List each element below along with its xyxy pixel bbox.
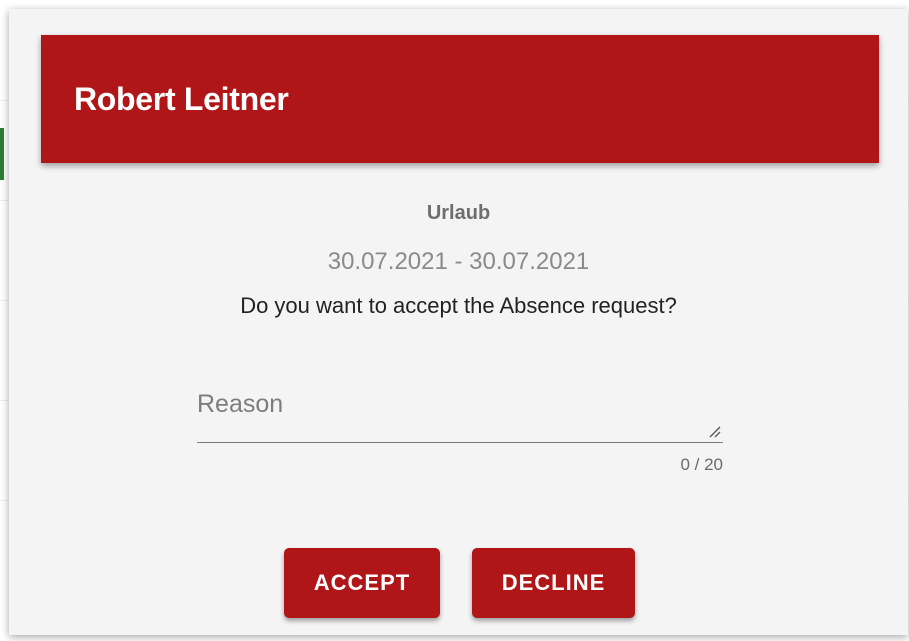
reason-input[interactable] [197,387,707,435]
accept-button[interactable]: ACCEPT [284,548,440,618]
decline-button[interactable]: DECLINE [472,548,635,618]
absence-date-range: 30.07.2021 - 30.07.2021 [327,248,590,275]
reason-character-counter: 0 / 20 [680,455,723,474]
confirmation-question: Do you want to accept the Absence reques… [240,293,677,318]
absence-type-label: Urlaub [426,202,491,224]
resize-handle-icon[interactable] [707,424,721,438]
dialog-header: Robert Leitner [41,35,879,163]
reason-field [197,387,723,443]
dialog-title: Robert Leitner [74,81,289,117]
absence-request-dialog: Robert Leitner Urlaub 30.07.2021 - 30.07… [9,9,908,635]
background-event-marker [0,128,4,180]
